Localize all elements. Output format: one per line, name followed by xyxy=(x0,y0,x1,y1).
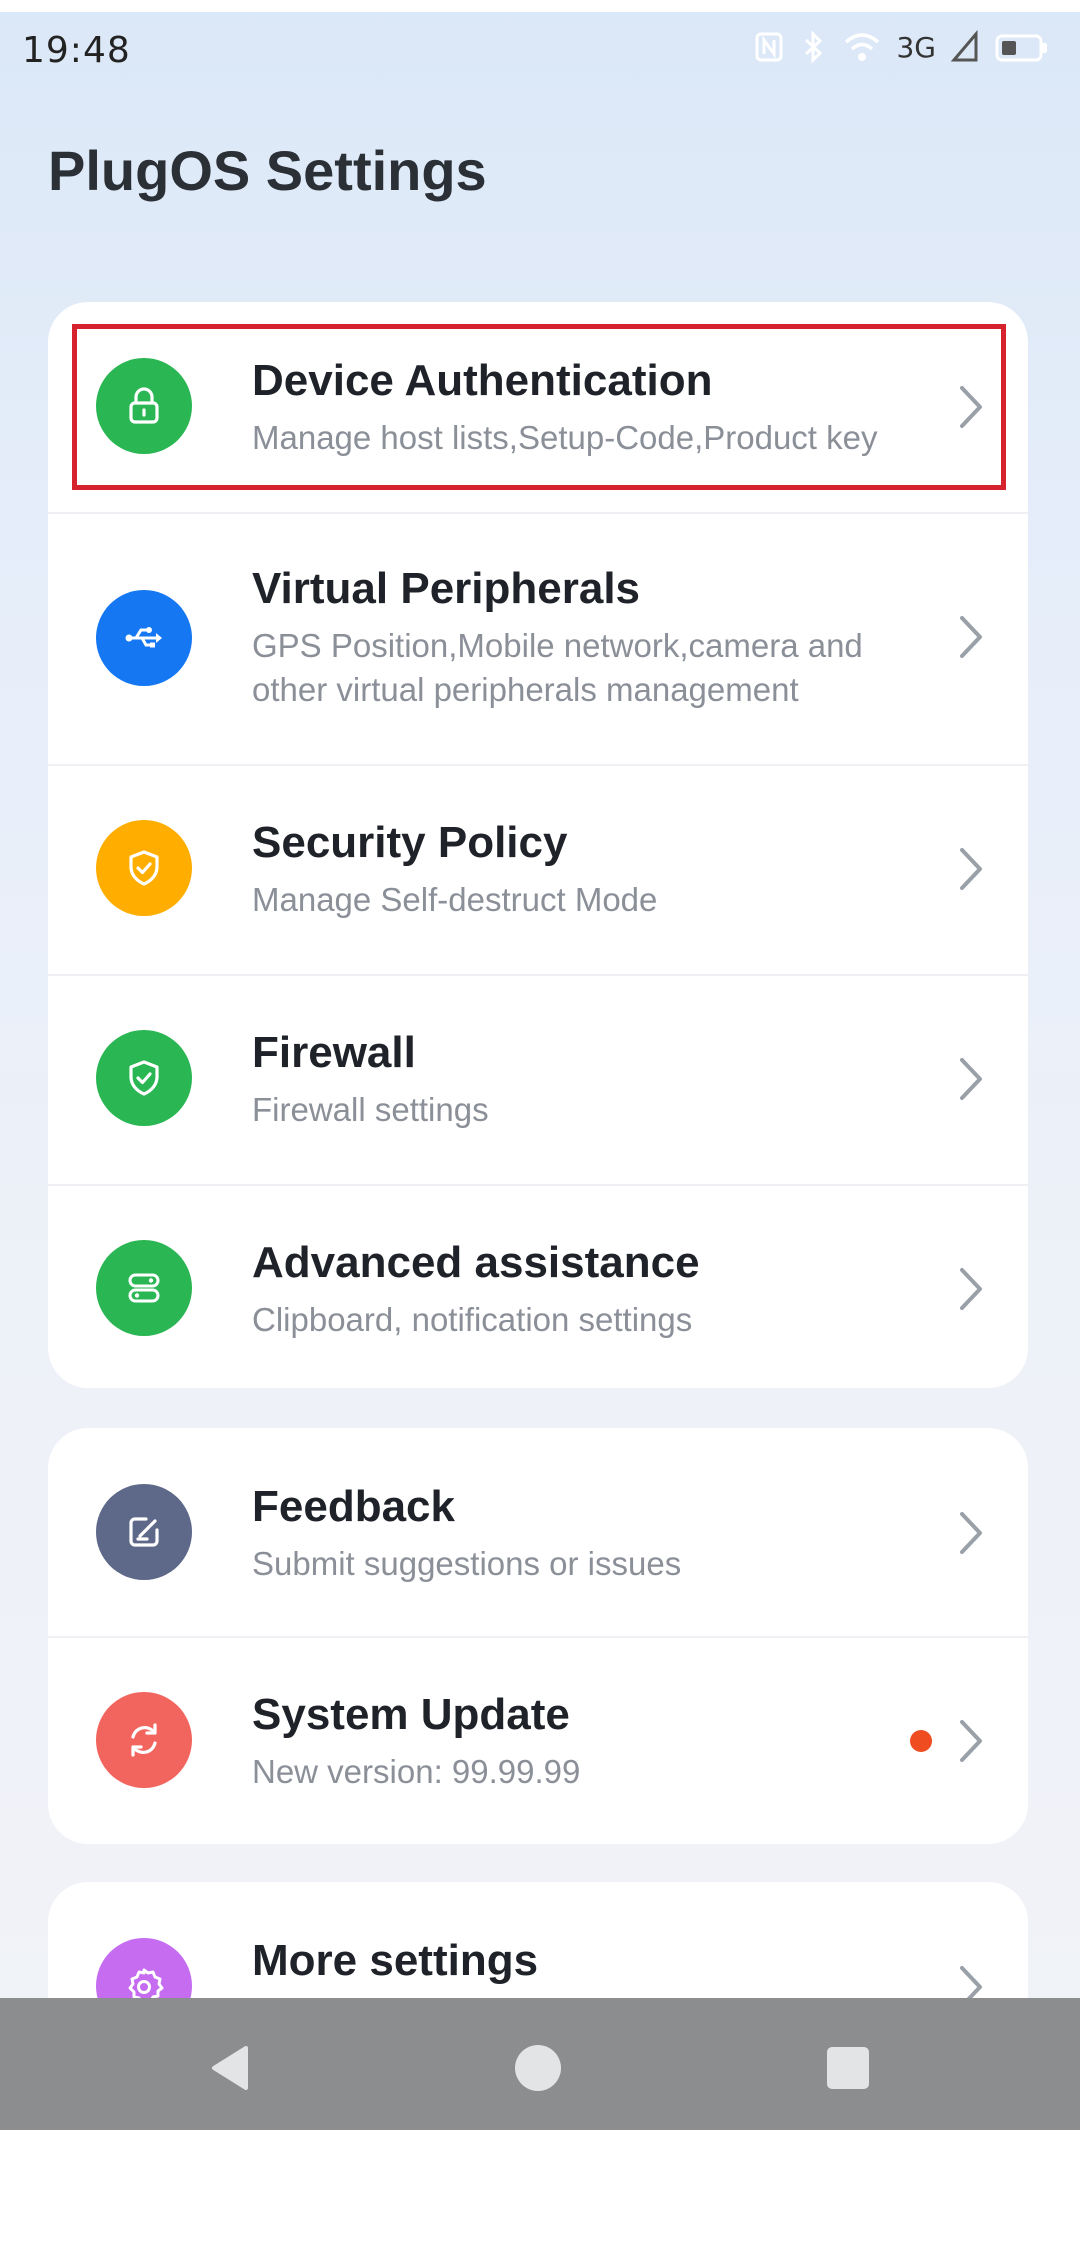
status-bar: 19:48 3G xyxy=(0,12,1080,92)
chevron-right-icon xyxy=(954,612,988,662)
refresh-icon xyxy=(96,1692,192,1788)
back-triangle-icon xyxy=(212,2046,248,2090)
page-title: PlugOS Settings xyxy=(48,139,487,202)
device-authentication-item[interactable]: Device Authentication Manage host lists,… xyxy=(48,302,1028,512)
row-title: Feedback xyxy=(252,1482,455,1531)
row-title: Virtual Peripherals xyxy=(252,564,641,613)
bluetooth-icon xyxy=(805,30,823,64)
status-icons: 3G xyxy=(754,30,1050,64)
battery-icon xyxy=(995,34,1047,62)
row-subtitle: Submit suggestions or issues xyxy=(252,1545,682,1582)
network-type: 3G xyxy=(896,30,936,64)
home-button[interactable] xyxy=(508,2038,568,2098)
row-title: Security Policy xyxy=(252,818,568,867)
row-title: Firewall xyxy=(252,1028,416,1077)
update-badge-dot xyxy=(910,1730,932,1752)
back-button[interactable] xyxy=(200,2038,260,2098)
row-subtitle: Manage host lists,Setup-Code,Product key xyxy=(252,419,878,456)
lock-icon xyxy=(96,358,192,454)
row-title: More settings xyxy=(252,1936,539,1985)
row-title: System Update xyxy=(252,1690,570,1739)
recents-square-icon xyxy=(827,2047,869,2089)
navigation-bar xyxy=(0,1998,1080,2130)
signal-icon xyxy=(950,30,978,62)
security-policy-item[interactable]: Security Policy Manage Self-destruct Mod… xyxy=(48,764,1028,974)
usb-icon xyxy=(96,590,192,686)
chevron-right-icon xyxy=(954,382,988,432)
virtual-peripherals-item[interactable]: Virtual Peripherals GPS Position,Mobile … xyxy=(48,512,1028,764)
wifi-icon xyxy=(845,33,880,61)
row-subtitle: Firewall settings xyxy=(252,1091,489,1128)
shield-check-icon xyxy=(96,820,192,916)
row-subtitle: New version: 99.99.99 xyxy=(252,1753,581,1790)
settings-group-support: Feedback Submit suggestions or issues Sy… xyxy=(48,1428,1028,1844)
shield-check-icon xyxy=(96,1030,192,1126)
chevron-right-icon xyxy=(954,844,988,894)
recents-button[interactable] xyxy=(818,2038,878,2098)
row-title: Device Authentication xyxy=(252,356,713,405)
chevron-right-icon xyxy=(954,1264,988,1314)
nfc-icon xyxy=(755,32,783,62)
screen: 19:48 3G PlugOS Settings Device Authenti… xyxy=(0,0,1080,2130)
chevron-right-icon xyxy=(954,1716,988,1766)
advanced-assistance-item[interactable]: Advanced assistance Clipboard, notificat… xyxy=(48,1184,1028,1388)
chevron-right-icon xyxy=(954,1054,988,1104)
row-subtitle: GPS Position,Mobile network,camera and o… xyxy=(252,627,863,708)
status-time: 19:48 xyxy=(22,30,131,71)
chevron-right-icon xyxy=(954,1508,988,1558)
row-subtitle: Manage Self-destruct Mode xyxy=(252,881,658,918)
settings-group-main: Device Authentication Manage host lists,… xyxy=(48,302,1028,1388)
toggle-stack-icon xyxy=(96,1240,192,1336)
firewall-item[interactable]: Firewall Firewall settings xyxy=(48,974,1028,1184)
edit-icon xyxy=(96,1484,192,1580)
feedback-item[interactable]: Feedback Submit suggestions or issues xyxy=(48,1428,1028,1636)
home-circle-icon xyxy=(515,2045,561,2091)
row-title: Advanced assistance xyxy=(252,1238,700,1287)
row-subtitle: Clipboard, notification settings xyxy=(252,1301,693,1338)
system-update-item[interactable]: System Update New version: 99.99.99 xyxy=(48,1636,1028,1844)
